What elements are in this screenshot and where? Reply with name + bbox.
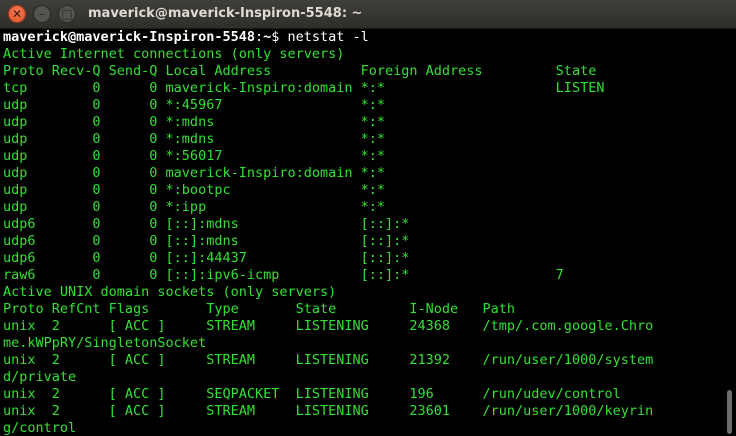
output-line: Active UNIX domain sockets (only servers… bbox=[3, 284, 337, 300]
output-line: tcp 0 0 maverick-Inspiro:domain *:* LIST… bbox=[3, 80, 605, 96]
output-line: udp6 0 0 [::]:44437 [::]:* bbox=[3, 250, 410, 266]
terminal-output[interactable]: maverick@maverick-Inspiron-5548:~$ netst… bbox=[0, 29, 722, 436]
output-line: udp 0 0 *:mdns *:* bbox=[3, 114, 386, 130]
output-line: unix 2 [ ACC ] SEQPACKET LISTENING 196 /… bbox=[3, 386, 621, 402]
output-line: Proto RefCnt Flags Type State I-Node Pat… bbox=[3, 301, 516, 317]
command-text: netstat -l bbox=[287, 29, 369, 45]
terminal-window: ✕ – □ maverick@maverick-Inspiron-5548: ~… bbox=[0, 0, 736, 436]
output-line: udp 0 0 *:56017 *:* bbox=[3, 148, 386, 164]
title-bar[interactable]: ✕ – □ maverick@maverick-Inspiron-5548: ~ bbox=[0, 0, 736, 29]
output-line: udp 0 0 *:bootpc *:* bbox=[3, 182, 386, 198]
output-line: udp 0 0 *:ipp *:* bbox=[3, 199, 386, 215]
prompt-line: maverick@maverick-Inspiron-5548:~$ netst… bbox=[0, 29, 722, 46]
scrollbar[interactable] bbox=[722, 29, 736, 436]
prompt-symbol: $ bbox=[271, 29, 288, 45]
output-line: udp 0 0 maverick-Inspiro:domain *:* bbox=[3, 165, 386, 181]
output-line: unix 2 [ ACC ] STREAM LISTENING 21392 /r… bbox=[3, 352, 654, 368]
output-line: udp 0 0 *:mdns *:* bbox=[3, 131, 386, 147]
output-line: udp6 0 0 [::]:mdns [::]:* bbox=[3, 216, 410, 232]
output-line: d/private bbox=[3, 369, 77, 385]
prompt-user-host: maverick@maverick-Inspiron-5548 bbox=[3, 29, 255, 45]
close-icon[interactable]: ✕ bbox=[8, 5, 26, 23]
output-line: udp 0 0 *:45967 *:* bbox=[3, 97, 386, 113]
window-title: maverick@maverick-Inspiron-5548: ~ bbox=[88, 6, 363, 21]
output-line: unix 2 [ ACC ] STREAM LISTENING 24368 /t… bbox=[3, 318, 654, 334]
output-line: g/control bbox=[3, 420, 77, 436]
output-line: Proto Recv-Q Send-Q Local Address Foreig… bbox=[3, 63, 597, 79]
prompt-separator: : bbox=[254, 29, 264, 45]
output-line: me.kWPpRY/SingletonSocket bbox=[3, 335, 207, 351]
output-line: unix 2 [ ACC ] STREAM LISTENING 23601 /r… bbox=[3, 403, 654, 419]
maximize-icon[interactable]: □ bbox=[58, 5, 76, 23]
minimize-icon[interactable]: – bbox=[33, 5, 51, 23]
output-block: Active Internet connections (only server… bbox=[0, 46, 722, 436]
scrollbar-thumb[interactable] bbox=[727, 390, 732, 434]
output-line: raw6 0 0 [::]:ipv6-icmp [::]:* 7 bbox=[3, 267, 564, 283]
output-line: Active Internet connections (only server… bbox=[3, 46, 345, 62]
output-line: udp6 0 0 [::]:mdns [::]:* bbox=[3, 233, 410, 249]
